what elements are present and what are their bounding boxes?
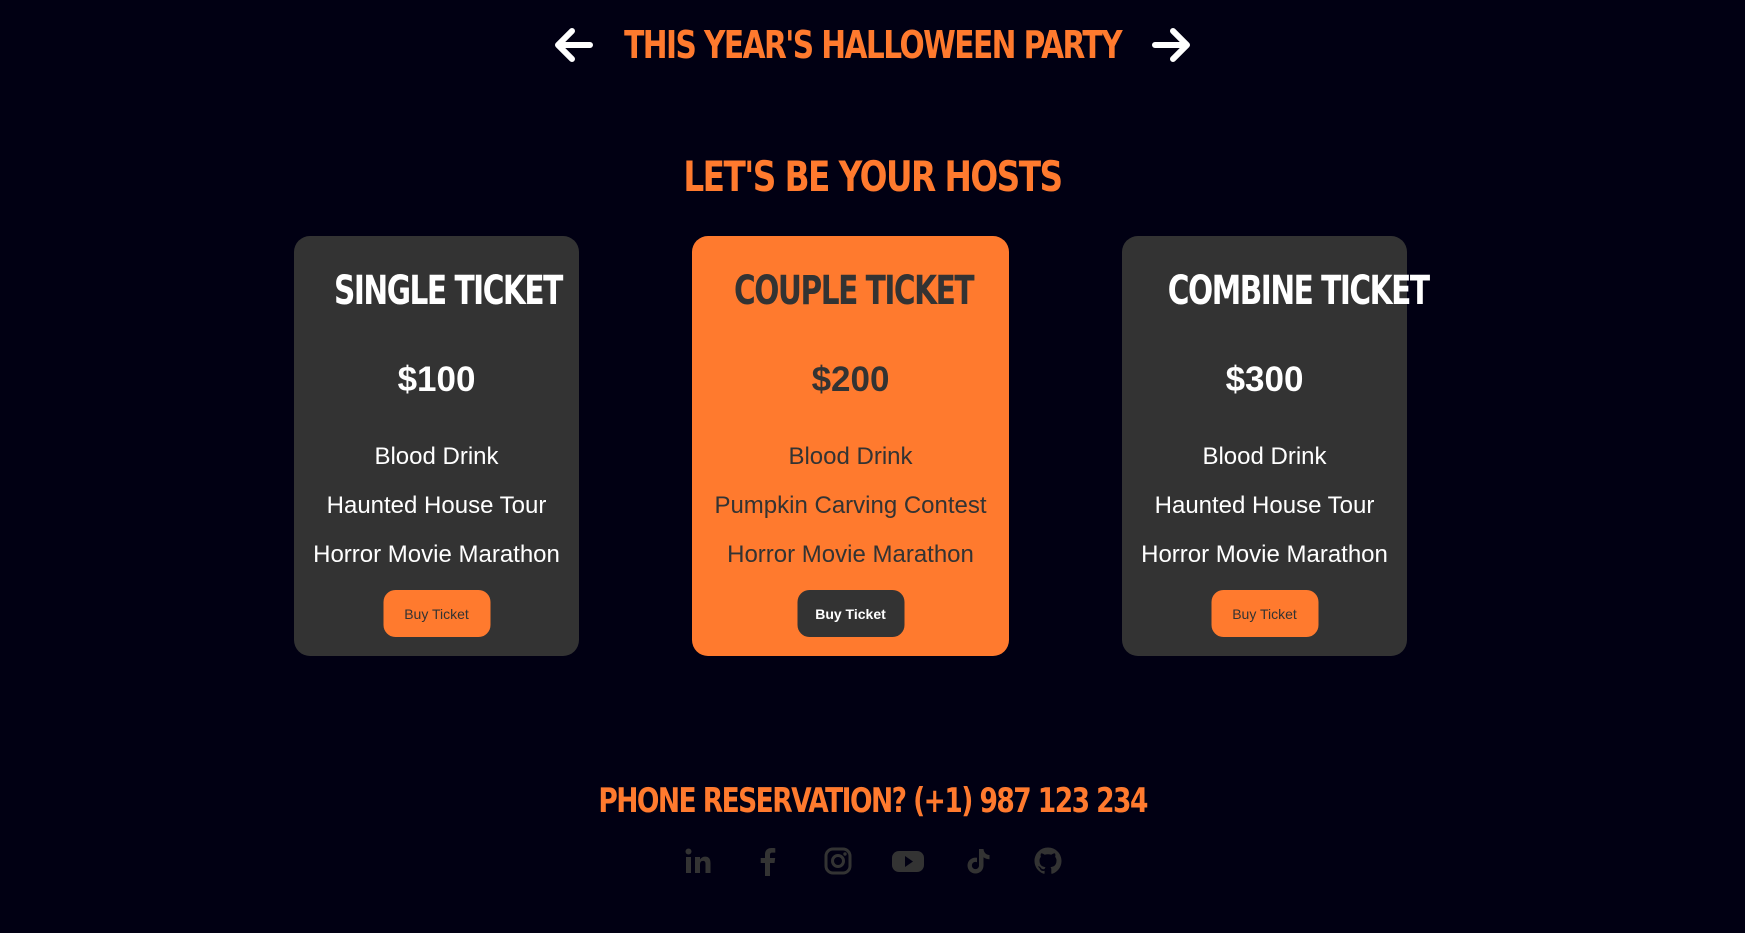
- ticket-card-single: SINGLE TICKET $100 Blood Drink Haunted H…: [294, 236, 579, 656]
- arrow-right-icon[interactable]: [1149, 22, 1195, 68]
- ticket-name-text: COMBINE TICKET: [1167, 268, 1430, 314]
- ticket-name: COMBINE TICKET: [1122, 266, 1430, 316]
- tiktok-icon[interactable]: [960, 843, 996, 879]
- linkedin-icon[interactable]: [680, 843, 716, 879]
- buy-ticket-button[interactable]: Buy Ticket: [1211, 590, 1318, 637]
- feature-list: Blood Drink Haunted House Tour Horror Mo…: [1122, 432, 1407, 579]
- feature-item: Blood Drink: [1202, 443, 1327, 470]
- ticket-price: $200: [811, 360, 890, 399]
- social-links: [0, 843, 1745, 879]
- feature-item: Horror Movie Marathon: [1141, 541, 1388, 568]
- ticket-price: $300: [1225, 360, 1304, 399]
- ticket-name: COUPLE TICKET: [692, 266, 1009, 316]
- ticket-price: $100: [397, 360, 476, 399]
- youtube-icon[interactable]: [890, 843, 926, 879]
- ticket-card-combine: COMBINE TICKET $300 Blood Drink Haunted …: [1122, 236, 1430, 656]
- phone-reservation: PHONE RESERVATION? (+1) 987 123 234: [0, 778, 1745, 824]
- instagram-icon[interactable]: [820, 843, 856, 879]
- ticket-name: SINGLE TICKET: [294, 266, 579, 316]
- section-title-text: LET'S BE YOUR HOSTS: [683, 152, 1063, 201]
- feature-item: Haunted House Tour: [326, 492, 547, 519]
- github-icon[interactable]: [1030, 843, 1066, 879]
- arrow-left-icon[interactable]: [550, 22, 596, 68]
- top-banner: THIS YEAR'S HALLOWEEN PARTY: [0, 18, 1745, 72]
- buy-ticket-button[interactable]: Buy Ticket: [383, 590, 490, 637]
- feature-item: Blood Drink: [374, 443, 499, 470]
- ticket-card-couple: COUPLE TICKET $200 Blood Drink Pumpkin C…: [692, 236, 1009, 656]
- feature-item: Blood Drink: [788, 443, 913, 470]
- feature-item: Horror Movie Marathon: [313, 541, 560, 568]
- buy-ticket-button[interactable]: Buy Ticket: [797, 590, 904, 637]
- facebook-icon[interactable]: [750, 843, 786, 879]
- feature-item: Horror Movie Marathon: [727, 541, 974, 568]
- ticket-name-text: COUPLE TICKET: [733, 268, 975, 314]
- feature-item: Haunted House Tour: [1154, 492, 1375, 519]
- feature-item: Pumpkin Carving Contest: [714, 492, 987, 519]
- feature-list: Blood Drink Pumpkin Carving Contest Horr…: [692, 432, 1009, 579]
- page-title: THIS YEAR'S HALLOWEEN PARTY: [624, 23, 1122, 67]
- ticket-name-text: SINGLE TICKET: [334, 268, 563, 314]
- phone-reservation-text: PHONE RESERVATION? (+1) 987 123 234: [598, 781, 1148, 821]
- section-title: LET'S BE YOUR HOSTS: [0, 150, 1745, 204]
- feature-list: Blood Drink Haunted House Tour Horror Mo…: [294, 432, 579, 579]
